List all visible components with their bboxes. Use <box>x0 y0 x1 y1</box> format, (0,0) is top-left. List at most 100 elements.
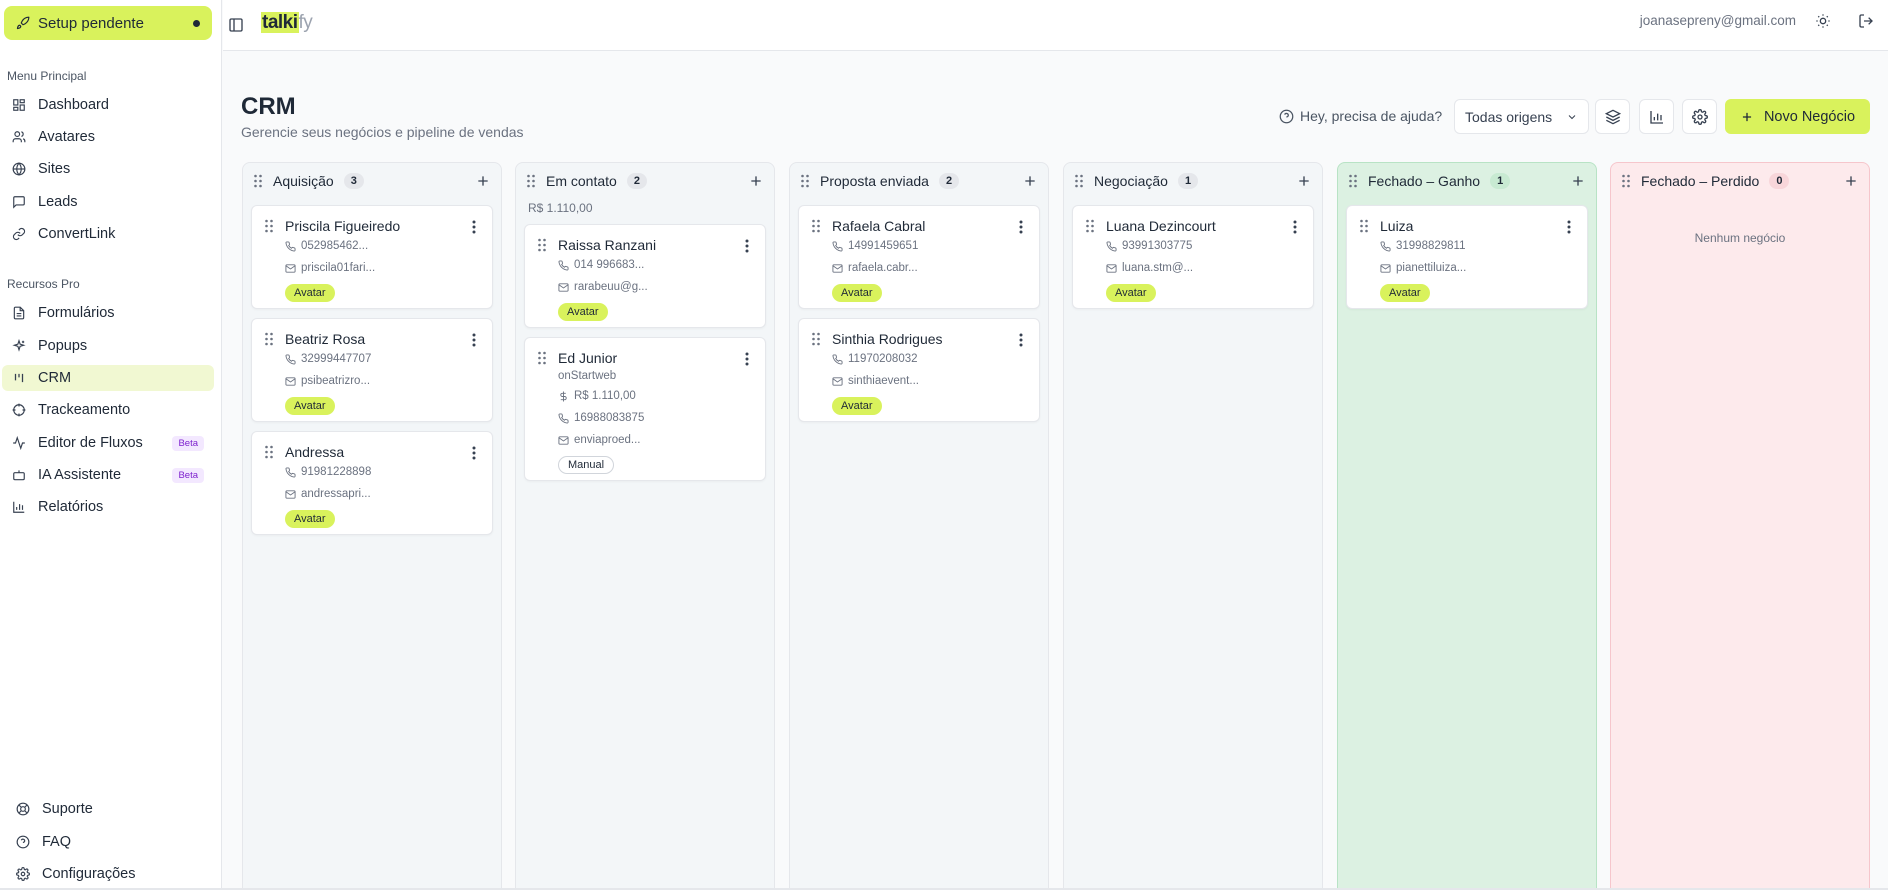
sidebar-item-dashboard[interactable]: Dashboard <box>2 92 214 118</box>
deal-card[interactable]: Rafaela Cabral 14991459651 rafaela.cabr...… <box>798 205 1040 309</box>
kanban-column: Proposta enviada 2 Rafaela Cabral 149914596… <box>789 162 1049 890</box>
plus-icon[interactable] <box>1296 173 1312 189</box>
deal-card[interactable]: Beatriz Rosa 32999447707 psibeatrizro... Av… <box>251 318 493 422</box>
plus-icon[interactable] <box>1843 173 1859 189</box>
user-email: joanasepreny@gmail.com <box>1639 13 1796 28</box>
logout-icon <box>1859 14 1873 28</box>
drag-handle-icon[interactable] <box>1359 219 1369 233</box>
deal-card[interactable]: Raissa Ranzani 014 996683... rarabeuu@g...… <box>524 224 766 328</box>
sidebar-item-faq[interactable]: FAQ <box>16 834 71 850</box>
deal-card[interactable]: Luana Dezincourt 93991303775 luana.stm@...… <box>1072 205 1314 309</box>
gear-icon <box>1691 108 1708 125</box>
deal-card[interactable]: Sinthia Rodrigues 11970208032 sinthiaevent… <box>798 318 1040 422</box>
more-vertical-icon[interactable] <box>741 351 753 367</box>
sidebar-item-crm[interactable]: CRM <box>2 365 214 391</box>
drag-handle-icon[interactable] <box>800 174 812 188</box>
drag-handle-icon[interactable] <box>264 445 274 459</box>
empty-state-text: Nenhum negócio <box>1694 231 1786 245</box>
sidebar-item-label: CRM <box>38 370 72 386</box>
settings-button[interactable] <box>1682 99 1717 134</box>
source-tag: Avatar <box>285 510 335 528</box>
logout-button[interactable] <box>1858 13 1876 31</box>
sidebar-item-trackeamento[interactable]: Trackeamento <box>2 397 214 423</box>
drag-handle-icon <box>527 174 535 188</box>
plus-icon[interactable] <box>748 173 764 189</box>
sidebar-item-avatares[interactable]: Avatares <box>2 124 214 150</box>
sidebar-item-convertlink[interactable]: ConvertLink <box>2 221 214 247</box>
bot-icon <box>13 470 25 481</box>
drag-handle-icon[interactable] <box>811 219 821 233</box>
plus-icon <box>1846 176 1856 186</box>
logo[interactable]: talkify <box>261 12 313 34</box>
sidebar-item-popups[interactable]: Popups <box>2 333 214 359</box>
phone-icon <box>832 353 843 365</box>
origin-select[interactable]: Todas origens <box>1454 99 1589 134</box>
sidebar-item-suporte[interactable]: Suporte <box>16 801 93 817</box>
drag-handle-icon[interactable] <box>1085 219 1095 233</box>
drag-handle-icon[interactable] <box>1621 174 1633 188</box>
source-tag: Avatar <box>832 284 882 302</box>
more-vertical-icon[interactable] <box>741 238 753 254</box>
drag-handle-icon[interactable] <box>1348 174 1360 188</box>
deal-email: rafaela.cabr... <box>832 262 918 274</box>
more-vertical-icon[interactable] <box>1289 219 1301 235</box>
more-vertical-icon[interactable] <box>1563 219 1575 235</box>
deal-card[interactable]: Luiza 31998829811 pianettiluiza... Avatar <box>1346 205 1588 309</box>
deal-phone: 11970208032 <box>832 353 918 365</box>
drag-handle-icon <box>812 332 820 346</box>
deal-email: enviaproed... <box>558 434 641 446</box>
drag-handle-icon <box>265 445 273 459</box>
phone-icon <box>832 353 843 364</box>
phone-icon <box>285 466 296 478</box>
more-vertical-icon <box>745 352 749 366</box>
more-vertical-icon[interactable] <box>468 219 480 235</box>
more-vertical-icon <box>472 446 476 460</box>
more-vertical-icon[interactable] <box>1015 219 1027 235</box>
plus-icon[interactable] <box>475 173 491 189</box>
more-vertical-icon[interactable] <box>1015 332 1027 348</box>
rocket-icon <box>16 16 30 30</box>
drag-handle-icon[interactable] <box>1074 174 1086 188</box>
deal-card[interactable]: Ed Junior onStartweb R$ 1.110,00 1698808387… <box>524 337 766 481</box>
sidebar-toggle-button[interactable] <box>225 14 247 36</box>
sidebar-item-configuracoes[interactable]: Configurações <box>16 866 136 882</box>
drag-handle-icon[interactable] <box>811 332 821 346</box>
drag-handle-icon[interactable] <box>264 219 274 233</box>
sidebar-item-leads[interactable]: Leads <box>2 189 214 215</box>
stats-button[interactable] <box>1639 99 1674 134</box>
deal-phone: 014 996683... <box>558 259 644 271</box>
logo-text-secondary: fy <box>298 12 313 33</box>
deal-phone: 16988083875 <box>558 412 644 424</box>
mail-icon <box>832 376 843 386</box>
more-vertical-icon[interactable] <box>468 445 480 461</box>
sidebar-item-editor-de-fluxos[interactable]: Editor de Fluxos Beta <box>2 430 214 456</box>
deal-company: onStartweb <box>558 370 617 382</box>
plus-icon[interactable] <box>1570 173 1586 189</box>
drag-handle-icon[interactable] <box>253 174 265 188</box>
drag-handle-icon[interactable] <box>537 351 547 365</box>
help-link[interactable]: Hey, precisa de ajuda? <box>1279 108 1442 124</box>
deal-card[interactable]: Andressa 91981228898 andressapri... Avatar <box>251 431 493 535</box>
more-vertical-icon[interactable] <box>468 332 480 348</box>
drag-handle-icon <box>1349 174 1357 188</box>
drag-handle-icon[interactable] <box>264 332 274 346</box>
sidebar-item-formularios[interactable]: Formulários <box>2 300 214 326</box>
deal-phone: 91981228898 <box>285 466 371 478</box>
drag-handle-icon[interactable] <box>526 174 538 188</box>
column-count-badge: 2 <box>938 173 960 189</box>
phone-icon <box>558 412 569 424</box>
new-deal-button[interactable]: Novo Negócio <box>1725 99 1870 134</box>
plus-icon[interactable] <box>1022 173 1038 189</box>
sidebar-item-relatorios[interactable]: Relatórios <box>2 494 214 520</box>
layers-button[interactable] <box>1595 99 1630 134</box>
deal-email: rarabeuu@g... <box>558 281 648 293</box>
sidebar-item-ia-assistente[interactable]: IA Assistente Beta <box>2 462 214 488</box>
phone-icon <box>1380 240 1391 252</box>
sidebar-item-sites[interactable]: Sites <box>2 156 214 182</box>
help-icon <box>1279 109 1294 123</box>
drag-handle-icon <box>1075 174 1083 188</box>
drag-handle-icon[interactable] <box>537 238 547 252</box>
setup-pending-button[interactable]: Setup pendente <box>4 6 212 40</box>
theme-toggle-button[interactable] <box>1815 13 1833 31</box>
deal-card[interactable]: Priscila Figueiredo 052985462... priscila0… <box>251 205 493 309</box>
